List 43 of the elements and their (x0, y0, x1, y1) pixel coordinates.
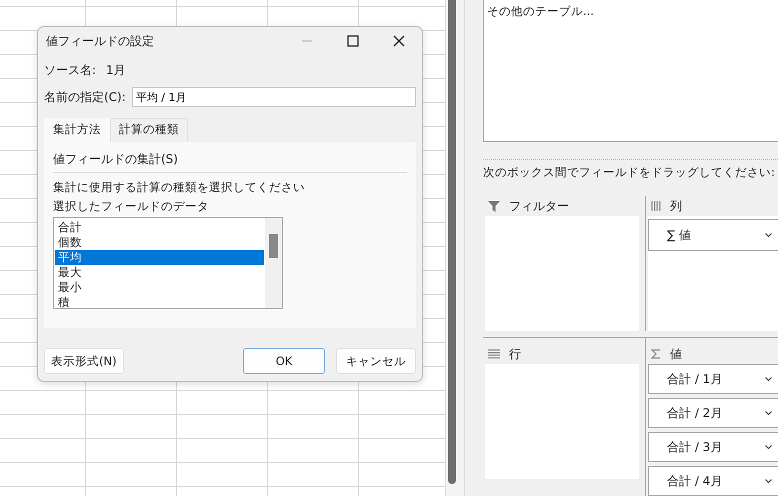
maximize-icon[interactable] (347, 35, 359, 47)
window-title: 値フィールドの設定 (46, 32, 155, 50)
cancel-button[interactable]: キャンセル (336, 348, 416, 374)
field-chip[interactable]: 合計 / 2月 (648, 398, 778, 428)
area-label: 値 (670, 346, 682, 362)
source-value: 1月 (106, 62, 126, 78)
instruction-text: 集計に使用する計算の種類を選択してください (53, 179, 306, 196)
rows-icon (488, 349, 500, 359)
sigma-icon (651, 349, 661, 359)
source-label: ソース名: (44, 62, 96, 78)
caret-icon (765, 377, 772, 381)
area-label: 行 (509, 346, 521, 362)
tab[interactable]: 計算の種類 (110, 118, 188, 142)
list-item[interactable]: 積 (55, 295, 264, 308)
field-chip[interactable]: 合計 / 1月 (648, 364, 778, 394)
caret-icon (765, 479, 772, 483)
caret-icon (765, 233, 772, 237)
caret-icon (765, 411, 772, 415)
caret-icon (765, 445, 772, 449)
name-label: 名前の指定(C): (44, 88, 126, 106)
scrollbar[interactable] (448, 0, 456, 484)
field-chip[interactable]: 合計 / 3月 (648, 432, 778, 462)
field-chip[interactable]: ∑ 値 (648, 219, 778, 251)
close-icon[interactable] (393, 35, 405, 47)
section-title: 値フィールドの集計(S) (53, 151, 179, 168)
area-label: フィルター (509, 198, 569, 214)
filter-icon (488, 200, 500, 212)
name-field[interactable]: 平均 / 1月 (132, 87, 416, 107)
list-item[interactable]: 平均 (55, 250, 264, 265)
number-format-button[interactable]: 表示形式(N) (44, 348, 124, 374)
list-item[interactable]: 最小 (55, 280, 264, 295)
drag-hint: 次のボックス間でフィールドをドラッグしてください: (483, 165, 776, 180)
list-item[interactable]: 個数 (55, 235, 264, 250)
area-label: 列 (670, 198, 682, 214)
ok-button[interactable]: OK (243, 348, 325, 374)
list-label: 選択したフィールドのデータ (53, 198, 210, 215)
scrollbar-thumb[interactable] (269, 234, 278, 258)
field-chip[interactable]: 合計 / 4月 (648, 466, 778, 496)
columns-icon (651, 201, 661, 211)
more-tables-link[interactable]: その他のテーブル... (487, 4, 594, 18)
list-item[interactable]: 合計 (55, 220, 264, 235)
list-item[interactable]: 最大 (55, 265, 264, 280)
tab[interactable]: 集計方法 (44, 118, 110, 142)
